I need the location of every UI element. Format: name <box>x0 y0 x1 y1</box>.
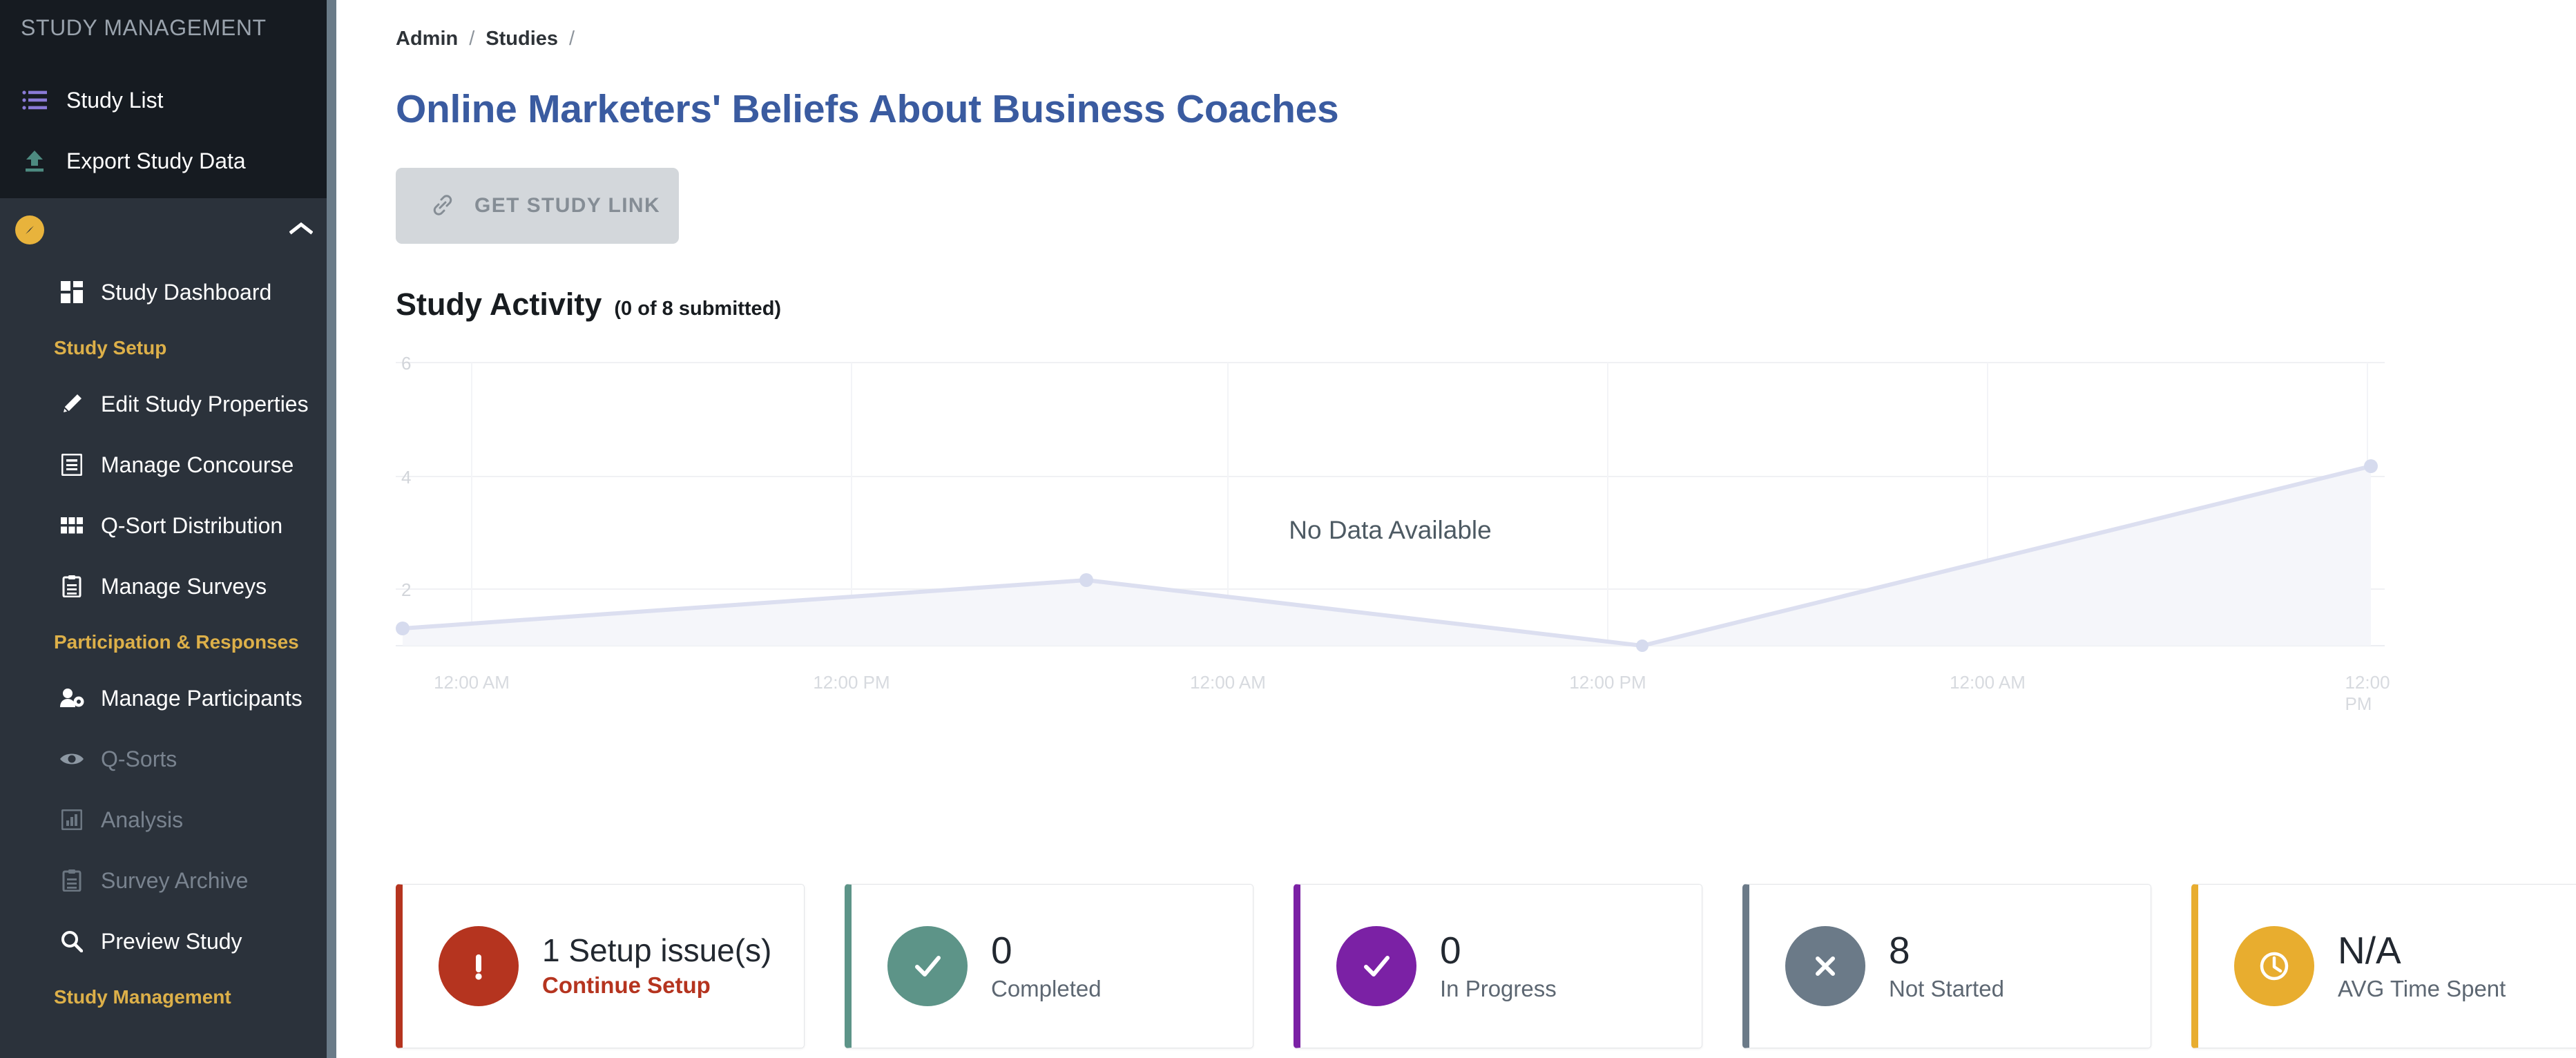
stat-card-value: 8 <box>1889 929 1910 972</box>
dashboard-grid-icon <box>54 281 90 303</box>
close-x-icon <box>1785 926 1865 1006</box>
sidebar-item-label: Analysis <box>101 807 184 832</box>
x-tick-label: 12:00 AM <box>1950 672 2026 693</box>
stat-card-text: 1 Setup issue(s) Continue Setup <box>542 932 772 999</box>
stat-card-not-started[interactable]: 8 Not Started <box>1742 884 2151 1048</box>
stat-card-label: AVG Time Spent <box>2338 975 2506 1001</box>
sidebar-item-label: Q-Sort Distribution <box>101 512 283 538</box>
page-title: Online Marketers' Beliefs About Business… <box>396 87 1339 131</box>
sidebar-item-label: Preview Study <box>101 928 242 954</box>
activity-area-chart <box>396 362 2385 652</box>
study-activity-title: Study Activity <box>396 287 602 322</box>
stat-card-text: 0 Completed <box>991 930 1102 1001</box>
stat-card-label: Completed <box>991 975 1102 1001</box>
breadcrumb-separator: / <box>469 28 475 50</box>
sidebar-item-label: Manage Concourse <box>101 452 294 477</box>
sidebar-item-q-sort-distribution[interactable]: Q-Sort Distribution <box>0 495 336 556</box>
stat-card-setup-issues[interactable]: 1 Setup issue(s) Continue Setup <box>396 884 805 1048</box>
stat-card-label: Not Started <box>1889 975 2004 1001</box>
stat-cards: 1 Setup issue(s) Continue Setup 0 Comple… <box>396 884 2576 1048</box>
breadcrumb-separator: / <box>569 28 575 50</box>
sidebar-item-preview-study[interactable]: Preview Study <box>0 911 336 972</box>
stat-card-in-progress[interactable]: 0 In Progress <box>1294 884 1702 1048</box>
stat-card-value: 0 <box>991 929 1012 972</box>
check-icon <box>1336 926 1416 1006</box>
sidebar-group-participation: Participation & Responses <box>54 631 299 653</box>
sidebar-item-label: Study Dashboard <box>101 279 272 305</box>
document-list-icon <box>54 454 90 476</box>
sidebar-item-label: Q-Sorts <box>101 746 177 771</box>
stat-card-value: 0 <box>1440 929 1461 972</box>
study-activity-submitted-count: (0 of 8 submitted) <box>614 298 782 320</box>
pencil-icon <box>54 393 90 415</box>
stat-card-value: N/A <box>2338 929 2401 972</box>
sidebar-scrollbar[interactable] <box>327 0 336 1058</box>
check-icon <box>887 926 968 1006</box>
x-tick-label: 12:00 PM <box>1569 672 1646 693</box>
sidebar-item-label: Survey Archive <box>101 867 249 893</box>
study-activity-chart: 6 4 2 12:00 AM 12:00 PM 12:00 AM 12:00 P… <box>396 342 2390 714</box>
sidebar-item-survey-archive[interactable]: Survey Archive <box>0 850 336 911</box>
sidebar-study-toggle[interactable] <box>0 198 336 262</box>
chevron-up-icon[interactable] <box>289 222 314 239</box>
sidebar-group-study-management: Study Management <box>54 986 231 1008</box>
sidebar: STUDY MANAGEMENT Study List Export Study… <box>0 0 336 1058</box>
continue-setup-link[interactable]: Continue Setup <box>542 972 771 999</box>
x-tick-label: 12:00 PM <box>2345 672 2390 714</box>
user-gear-icon <box>54 688 90 709</box>
get-study-link-label: GET STUDY LINK <box>474 194 661 217</box>
breadcrumb-item-studies[interactable]: Studies <box>486 28 558 50</box>
sidebar-item-manage-concourse[interactable]: Manage Concourse <box>0 434 336 495</box>
grid-icon <box>54 517 90 534</box>
breadcrumb-item-admin[interactable]: Admin <box>396 28 458 50</box>
chart-empty-message: No Data Available <box>1289 516 1492 544</box>
breadcrumb: Admin / Studies / <box>336 0 2576 50</box>
sidebar-item-label: Edit Study Properties <box>101 391 309 416</box>
sidebar-item-label: Manage Participants <box>101 685 302 711</box>
x-tick-label: 12:00 PM <box>813 672 890 693</box>
stat-card-value: 1 Setup issue(s) <box>542 932 772 969</box>
study-activity-header: Study Activity (0 of 8 submitted) <box>336 244 2576 323</box>
clock-icon <box>2234 926 2314 1006</box>
sidebar-item-study-dashboard[interactable]: Study Dashboard <box>0 262 336 323</box>
search-icon <box>54 930 90 952</box>
sidebar-item-export-study-data[interactable]: Export Study Data <box>0 131 336 191</box>
link-icon <box>429 191 456 221</box>
clipboard-icon <box>54 575 90 597</box>
eye-icon <box>54 751 90 767</box>
exclamation-icon <box>439 926 519 1006</box>
stat-card-avg-time-spent[interactable]: N/A AVG Time Spent <box>2191 884 2576 1048</box>
stat-card-completed[interactable]: 0 Completed <box>845 884 1253 1048</box>
upload-icon <box>15 149 54 173</box>
sidebar-group-study-setup: Study Setup <box>54 337 167 358</box>
stat-card-label: In Progress <box>1440 975 1557 1001</box>
sidebar-item-q-sorts[interactable]: Q-Sorts <box>0 729 336 789</box>
stat-card-text: 8 Not Started <box>1889 930 2004 1001</box>
bar-chart-icon <box>54 809 90 830</box>
x-tick-label: 12:00 AM <box>1190 672 1266 693</box>
sidebar-title: STUDY MANAGEMENT <box>21 15 267 40</box>
sidebar-item-label: Export Study Data <box>66 148 246 173</box>
sidebar-item-label: Study List <box>66 87 164 113</box>
app-root: STUDY MANAGEMENT Study List Export Study… <box>0 0 2576 1058</box>
sidebar-item-label: Manage Surveys <box>101 573 267 599</box>
sidebar-study-section: Study Dashboard Study Setup Edit Study P… <box>0 198 336 1023</box>
stat-card-text: 0 In Progress <box>1440 930 1557 1001</box>
y-tick-label: 6 <box>401 353 412 374</box>
sidebar-item-study-list[interactable]: Study List <box>0 70 336 131</box>
main-content: Admin / Studies / Online Marketers' Beli… <box>336 0 2576 1058</box>
x-tick-label: 12:00 AM <box>434 672 510 693</box>
sidebar-item-analysis[interactable]: Analysis <box>0 789 336 850</box>
y-tick-label: 2 <box>401 579 412 600</box>
sidebar-item-manage-surveys[interactable]: Manage Surveys <box>0 556 336 617</box>
y-tick-label: 4 <box>401 467 412 488</box>
clipboard-icon <box>54 869 90 892</box>
stat-card-text: N/A AVG Time Spent <box>2338 930 2506 1001</box>
compass-icon <box>15 215 44 244</box>
list-icon <box>15 90 54 110</box>
sidebar-item-edit-study-properties[interactable]: Edit Study Properties <box>0 374 336 434</box>
sidebar-header-section: STUDY MANAGEMENT Study List Export Study… <box>0 0 336 198</box>
get-study-link-button[interactable]: GET STUDY LINK <box>396 168 679 244</box>
sidebar-item-manage-participants[interactable]: Manage Participants <box>0 668 336 729</box>
